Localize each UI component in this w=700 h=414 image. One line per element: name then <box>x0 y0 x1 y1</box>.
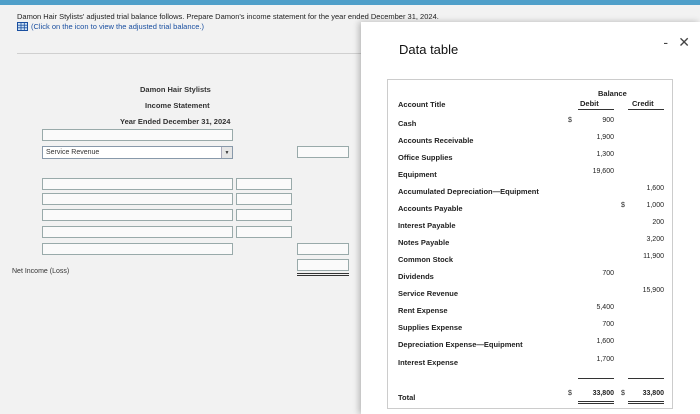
debit-cell: 5,400 <box>596 304 614 311</box>
debit-double-rule-1 <box>578 401 614 402</box>
account-title-cell: Notes Payable <box>398 238 450 247</box>
chevron-down-icon[interactable]: ▼ <box>221 147 232 158</box>
total-credit: 33,800 <box>642 390 664 397</box>
account-title-cell: Interest Payable <box>398 221 456 230</box>
header-balance: Balance <box>598 89 627 98</box>
expense-amount-input-1[interactable] <box>236 178 292 190</box>
credit-total-rule <box>628 378 664 379</box>
modal-title: Data table <box>399 42 459 57</box>
debit-cell: 19,600 <box>592 168 614 175</box>
company-name: Damon Hair Stylists <box>140 85 211 94</box>
credit-header-underline <box>628 109 664 110</box>
header-account-title: Account Title <box>398 100 446 109</box>
double-underline-top <box>297 273 349 274</box>
credit-double-rule-1 <box>628 401 664 402</box>
net-income-input[interactable] <box>297 259 349 271</box>
header-credit: Credit <box>632 99 654 108</box>
header-input[interactable] <box>42 129 233 141</box>
total-credit-dollar-sign: $ <box>621 390 625 397</box>
credit-cell: 1,000 <box>646 202 664 209</box>
account-title-cell: Accounts Receivable <box>398 136 474 145</box>
double-underline-bottom <box>297 275 349 276</box>
net-income-label: Net Income (Loss) <box>12 268 70 275</box>
expense-account-input-1[interactable] <box>42 178 233 190</box>
total-debit-dollar-sign: $ <box>568 390 572 397</box>
account-title-cell: Service Revenue <box>398 289 459 298</box>
trial-balance-table: Balance Account Title Debit Credit Cash 9… <box>387 79 673 409</box>
total-debit: 33,800 <box>592 390 614 397</box>
debit-header-underline <box>578 109 614 110</box>
account-title-cell: Cash <box>398 119 417 128</box>
accum-dep-dollar-sign: $ <box>621 202 625 209</box>
view-trial-balance-link[interactable]: (Click on the icon to view the adjusted … <box>17 22 204 31</box>
expense-amount-input-2[interactable] <box>236 193 292 205</box>
statement-title: Income Statement <box>145 101 210 110</box>
table-icon[interactable] <box>17 22 28 31</box>
expense-amount-input-4[interactable] <box>236 226 292 238</box>
account-title-cell: Dividends <box>398 272 434 281</box>
account-title-cell: Accounts Payable <box>398 204 463 213</box>
account-title-cell: Equipment <box>398 170 437 179</box>
account-title-cell: Rent Expense <box>398 306 448 315</box>
credit-cell: 11,900 <box>643 253 664 260</box>
account-title-cell: Depreciation Expense—Equipment <box>398 340 523 349</box>
expense-account-input-4[interactable] <box>42 226 233 238</box>
top-accent-bar <box>0 0 700 5</box>
link-text[interactable]: (Click on the icon to view the adjusted … <box>31 22 204 31</box>
close-icon[interactable]: ✕ <box>678 34 690 51</box>
account-title-cell: Common Stock <box>398 255 454 264</box>
account-title-cell: Interest Expense <box>398 358 459 367</box>
revenue-account-dropdown[interactable]: Service Revenue ▼ <box>42 146 233 159</box>
debit-cell: 900 <box>602 117 614 124</box>
revenue-amount-input[interactable] <box>297 146 349 158</box>
debit-cell: 1,300 <box>596 151 614 158</box>
statement-period: Year Ended December 31, 2024 <box>120 117 231 126</box>
credit-double-rule-2 <box>628 403 664 404</box>
credit-cell: 3,200 <box>646 236 664 243</box>
total-expenses-input[interactable] <box>297 243 349 255</box>
debit-cell: 1,600 <box>596 338 614 345</box>
expense-amount-input-3[interactable] <box>236 209 292 221</box>
credit-cell: 1,600 <box>646 185 664 192</box>
account-title-cell: Supplies Expense <box>398 323 463 332</box>
header-debit: Debit <box>580 99 599 108</box>
divider <box>17 53 377 54</box>
account-title-cell: Office Supplies <box>398 153 453 162</box>
debit-cell: 700 <box>602 270 614 277</box>
debit-cell: 700 <box>602 321 614 328</box>
total-expenses-label-input[interactable] <box>42 243 233 255</box>
data-table-modal: Data table - ✕ Balance Account Title Deb… <box>361 22 700 414</box>
credit-cell: 200 <box>652 219 664 226</box>
question-text: Damon Hair Stylists' adjusted trial bala… <box>17 12 439 21</box>
credit-cell: 15,900 <box>642 287 664 294</box>
expense-account-input-3[interactable] <box>42 209 233 221</box>
minimize-icon[interactable]: - <box>663 34 668 50</box>
debit-cell: 1,900 <box>596 134 614 141</box>
cash-dollar-sign: $ <box>568 117 572 124</box>
debit-cell: 1,700 <box>596 356 614 363</box>
expense-account-input-2[interactable] <box>42 193 233 205</box>
dropdown-value: Service Revenue <box>46 149 100 156</box>
debit-double-rule-2 <box>578 403 614 404</box>
total-label: Total <box>398 393 416 402</box>
account-title-cell: Accumulated Depreciation—Equipment <box>398 187 539 196</box>
debit-total-rule <box>578 378 614 379</box>
